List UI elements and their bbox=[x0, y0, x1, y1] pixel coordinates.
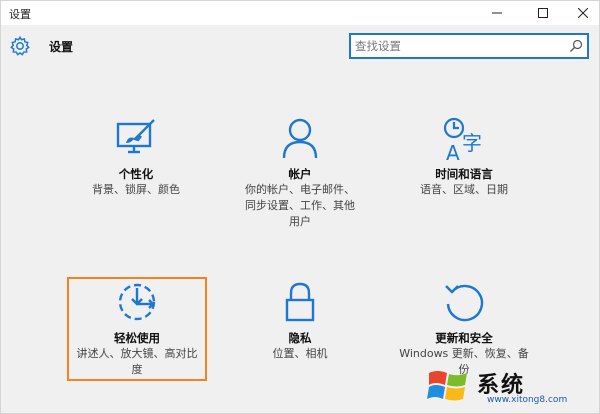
window-title: 设置 bbox=[9, 8, 31, 21]
person-icon bbox=[282, 118, 318, 159]
watermark-url: www.xitong8.com bbox=[487, 395, 568, 405]
tile-description: 你的帐户、电子邮件、同步设置、工作、其他用户 bbox=[245, 183, 355, 228]
search-input[interactable] bbox=[355, 37, 555, 55]
gear-icon bbox=[10, 35, 30, 56]
ease-of-access-icon bbox=[118, 283, 156, 321]
settings-window: 设置 设置 查找设置 个性化 背景、锁屏、颜色 帐户 你的帐户、电子邮件、同步设… bbox=[0, 0, 600, 414]
search-box[interactable] bbox=[349, 33, 589, 59]
tile-name: 时间和语言 bbox=[435, 167, 493, 181]
tile-privacy[interactable]: 隐私 位置、相机 bbox=[235, 280, 365, 390]
windows-logo-icon bbox=[427, 371, 467, 401]
maximize-icon bbox=[538, 8, 548, 18]
tile-name: 帐户 bbox=[288, 167, 312, 181]
tile-time-language[interactable]: A 字 时间和语言 语音、区域、日期 bbox=[399, 116, 529, 226]
maximize-button[interactable] bbox=[523, 1, 563, 25]
tile-name: 隐私 bbox=[288, 331, 312, 345]
tile-name: 更新和安全 bbox=[435, 331, 493, 345]
refresh-icon bbox=[445, 284, 484, 322]
tile-description: 讲述人、放大镜、高对比度 bbox=[76, 347, 198, 376]
search-icon[interactable] bbox=[569, 39, 583, 53]
tile-ease-of-access[interactable]: 轻松使用 讲述人、放大镜、高对比度 bbox=[72, 280, 202, 390]
close-button[interactable] bbox=[563, 1, 600, 25]
tile-description: 背景、锁屏、颜色 bbox=[92, 183, 180, 196]
lock-icon bbox=[285, 282, 315, 322]
personalization-icon bbox=[116, 119, 155, 154]
tile-accounts[interactable]: 帐户 你的帐户、电子邮件、同步设置、工作、其他用户 bbox=[235, 116, 365, 228]
tile-name: 轻松使用 bbox=[114, 331, 160, 345]
time-language-icon: A 字 bbox=[443, 117, 482, 164]
page-title: 设置 bbox=[49, 40, 74, 54]
title-bar: 设置 bbox=[1, 1, 599, 25]
tile-description: 位置、相机 bbox=[272, 347, 328, 360]
minimize-button[interactable] bbox=[477, 1, 517, 25]
minimize-icon bbox=[492, 12, 502, 14]
svg-text:字: 字 bbox=[462, 131, 482, 155]
tile-name: 个性化 bbox=[118, 167, 154, 181]
tile-description: 语音、区域、日期 bbox=[420, 183, 508, 196]
close-icon bbox=[578, 8, 588, 18]
svg-text:A: A bbox=[446, 141, 460, 164]
watermark: 系统 www.xitong8.com bbox=[425, 361, 595, 411]
settings-header: 设置 bbox=[1, 25, 599, 69]
tile-personalization[interactable]: 个性化 背景、锁屏、颜色 bbox=[71, 116, 201, 226]
